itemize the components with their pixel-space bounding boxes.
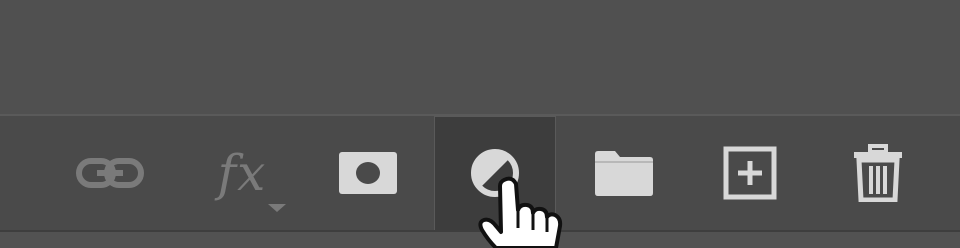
adjustment-circle-icon — [471, 149, 519, 197]
fx-icon: fx — [217, 144, 267, 202]
layer-style-button[interactable]: fx — [200, 116, 284, 230]
fx-dropdown-arrow-icon[interactable] — [268, 204, 286, 212]
delete-layer-button[interactable] — [836, 116, 920, 230]
layers-list-area — [0, 0, 960, 114]
layers-toolbar: fx — [0, 116, 960, 230]
new-adjustment-layer-button[interactable] — [434, 116, 556, 230]
layers-panel: fx — [0, 0, 960, 248]
link-icon — [76, 158, 144, 188]
plus-square-icon — [723, 146, 777, 200]
mask-icon — [339, 152, 397, 194]
panel-footer — [0, 232, 960, 248]
new-layer-button[interactable] — [708, 116, 792, 230]
link-layers-button[interactable] — [68, 116, 152, 230]
folder-icon — [595, 151, 653, 196]
trash-icon — [854, 144, 902, 202]
add-layer-mask-button[interactable] — [326, 116, 410, 230]
new-group-button[interactable] — [582, 116, 666, 230]
